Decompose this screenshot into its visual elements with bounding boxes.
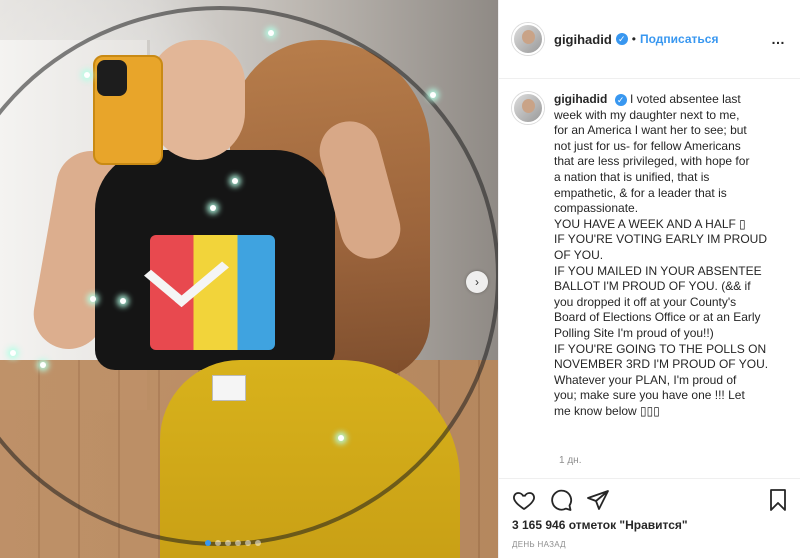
- sparkle: [120, 298, 126, 304]
- caption-text: gigihadid ✓ I voted absentee last week w…: [554, 92, 768, 419]
- next-arrow-icon[interactable]: ›: [466, 271, 488, 293]
- caption-line: OF YOU.: [554, 247, 604, 262]
- sparkle: [268, 30, 274, 36]
- avatar[interactable]: [512, 92, 544, 124]
- caption-line: IF YOU MAILED IN YOUR ABSENTEE: [554, 263, 762, 278]
- follow-button[interactable]: Подписаться: [640, 32, 718, 46]
- sparkle: [338, 435, 344, 441]
- caption-line: week with my daughter next to me,: [554, 107, 740, 122]
- caption-line: YOU HAVE A WEEK AND A HALF ▯: [554, 216, 746, 231]
- caption-line: me know below ▯▯▯: [554, 403, 660, 418]
- caption-line: a nation that is unified, that is: [554, 169, 710, 184]
- header-username[interactable]: gigihadid: [554, 32, 612, 47]
- caption-line: not just for us- for fellow Americans: [554, 138, 741, 153]
- post-photo[interactable]: ›: [0, 0, 498, 558]
- post-header: gigihadid ✓ • Подписаться …: [499, 0, 800, 79]
- verified-badge-icon: ✓: [615, 33, 628, 45]
- sparkle: [90, 296, 96, 302]
- carousel-dot[interactable]: [225, 540, 231, 546]
- verified-badge-icon: ✓: [614, 93, 627, 106]
- carousel-dot[interactable]: [235, 540, 241, 546]
- caption-username[interactable]: gigihadid: [554, 92, 607, 106]
- caption-line: you; make sure you have one !!! Let: [554, 388, 745, 403]
- more-options-icon[interactable]: …: [771, 31, 786, 47]
- comment-icon[interactable]: [549, 488, 573, 512]
- carousel-dot[interactable]: [245, 540, 251, 546]
- caption-line: IF YOU'RE GOING TO THE POLLS ON: [554, 341, 767, 356]
- heart-icon[interactable]: [512, 488, 536, 512]
- post-date[interactable]: ДЕНЬ НАЗАД: [512, 540, 566, 549]
- caption-line: IF YOU'RE VOTING EARLY IM PROUD: [554, 232, 767, 247]
- caption-line: Board of Elections Office or at an Early: [554, 310, 761, 325]
- sparkle: [210, 205, 216, 211]
- caption-line: you dropped it off at your County's: [554, 294, 737, 309]
- caption-line: Polling Site I'm proud of you!!): [554, 325, 714, 340]
- header-separator: •: [631, 32, 636, 46]
- avatar[interactable]: [512, 23, 544, 55]
- caption-line: NOVEMBER 3RD I'M PROUD OF YOU.: [554, 357, 769, 372]
- sparkle: [40, 362, 46, 368]
- sparkle: [84, 72, 90, 78]
- likes-count[interactable]: 3 165 946 отметок "Нравится": [512, 518, 688, 532]
- carousel-dot[interactable]: [255, 540, 261, 546]
- carousel-dot[interactable]: [205, 540, 211, 546]
- caption-line: BALLOT I'M PROUD OF YOU. (&& if: [554, 279, 751, 294]
- caption-line: empathetic, & for a leader that is: [554, 185, 727, 200]
- post-sidebar: gigihadid ✓ • Подписаться … gigihadid ✓ …: [498, 0, 800, 558]
- sparkle: [430, 92, 436, 98]
- caption-line: Whatever your PLAN, I'm proud of: [554, 372, 737, 387]
- caption-comment: gigihadid ✓ I voted absentee last week w…: [512, 92, 792, 419]
- comment-timestamp: 1 дн.: [559, 455, 582, 466]
- bookmark-icon[interactable]: [766, 488, 790, 512]
- caption-line-text: I voted absentee last: [630, 92, 741, 106]
- caption-line: compassionate.: [554, 201, 639, 216]
- carousel-dots: [205, 540, 261, 546]
- sparkle: [232, 178, 238, 184]
- share-icon[interactable]: [586, 488, 610, 512]
- caption-line: for an America I want her to see; but: [554, 123, 747, 138]
- carousel-dot[interactable]: [215, 540, 221, 546]
- action-bar: [499, 478, 800, 518]
- caption-line: that are less privileged, with hope for: [554, 154, 750, 169]
- caption-line: gigihadid ✓ I voted absentee last: [554, 92, 768, 108]
- sparkle: [10, 350, 16, 356]
